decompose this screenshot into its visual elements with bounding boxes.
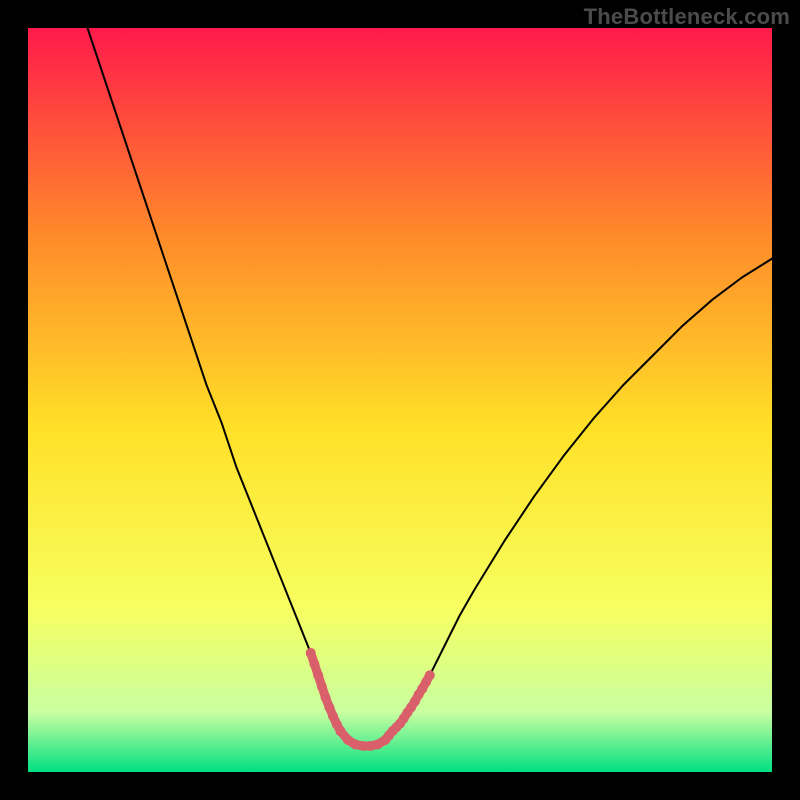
chart-frame: TheBottleneck.com [0,0,800,800]
series-dot [425,670,435,680]
series-dot [324,702,334,712]
curve-layer [28,28,772,772]
series-dot [317,681,327,691]
series-dot [313,670,323,680]
series-main-curve [88,28,772,746]
series-dot [309,659,319,669]
watermark-text: TheBottleneck.com [584,4,790,30]
series-dot [306,648,316,658]
series-dot [321,693,331,703]
series-dot [335,726,345,736]
plot-area [28,28,772,772]
